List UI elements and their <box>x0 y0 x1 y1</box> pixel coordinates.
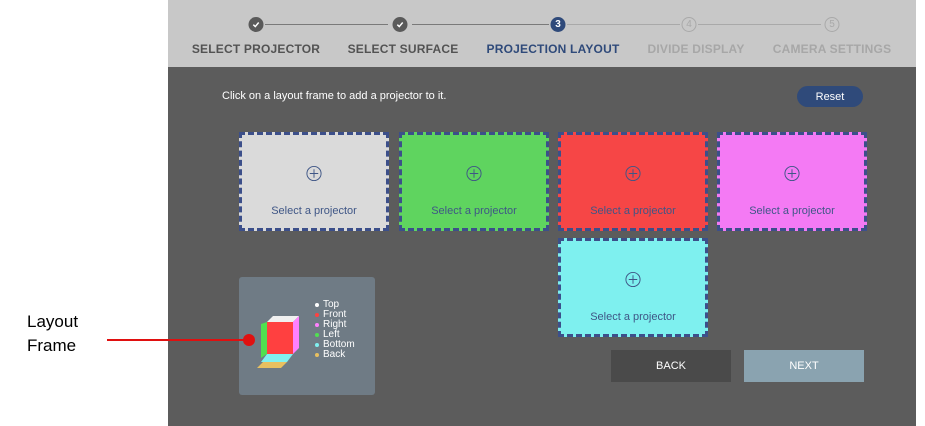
legend-dot <box>315 333 319 337</box>
step-3-number[interactable]: 3 <box>550 17 566 32</box>
legend-dot <box>315 323 319 327</box>
add-circle-icon <box>466 165 482 182</box>
step-projection-layout[interactable]: PROJECTION LAYOUT <box>487 42 620 56</box>
add-circle-icon <box>625 165 641 182</box>
step-4-number: 4 <box>681 17 697 32</box>
annotation-line2: Frame <box>27 336 77 355</box>
wizard-stepper: 3 4 5 SELECT PROJECTOR SELECT SURFACE PR… <box>168 0 916 67</box>
annotation-line1: Layout <box>27 312 79 331</box>
step-camera-settings: CAMERA SETTINGS <box>772 42 892 56</box>
app-window: 3 4 5 SELECT PROJECTOR SELECT SURFACE PR… <box>168 0 916 426</box>
frame-label: Select a projector <box>431 205 517 217</box>
add-circle-icon <box>784 165 800 182</box>
legend-list: Top Front Right Left Bottom Back <box>315 300 355 360</box>
step-divide-display: DIVIDE DISPLAY <box>647 42 745 56</box>
add-circle-icon <box>306 165 322 182</box>
next-button[interactable]: NEXT <box>744 350 864 382</box>
frame-label: Select a projector <box>749 205 835 217</box>
legend-label: Back <box>323 349 346 360</box>
step-connector <box>412 24 549 25</box>
annotation-pointer-line <box>107 339 248 341</box>
step-select-surface[interactable]: SELECT SURFACE <box>348 42 459 56</box>
annotation-label: Layout Frame <box>27 310 78 358</box>
legend-item-back: Back <box>315 350 355 360</box>
layout-frame[interactable]: Select a projector <box>558 132 708 231</box>
frame-label: Select a projector <box>590 311 676 323</box>
layout-frame[interactable]: Select a projector <box>717 132 867 231</box>
annotation-pointer-dot <box>243 334 255 346</box>
step-select-projector[interactable]: SELECT PROJECTOR <box>192 42 320 56</box>
layout-frame[interactable]: Select a projector <box>558 238 708 337</box>
add-circle-icon <box>625 271 641 288</box>
step-5-number: 5 <box>824 17 840 32</box>
reset-button[interactable]: Reset <box>797 86 863 107</box>
orientation-legend: Top Front Right Left Bottom Back <box>239 277 375 395</box>
legend-dot <box>315 343 319 347</box>
step-connector <box>567 24 680 25</box>
step-1-check-icon[interactable] <box>248 17 264 32</box>
layout-frame[interactable]: Select a projector <box>399 132 549 231</box>
step-2-check-icon[interactable] <box>392 17 408 32</box>
frame-label: Select a projector <box>271 205 357 217</box>
step-connector <box>265 24 388 25</box>
back-button[interactable]: BACK <box>611 350 731 382</box>
legend-dot <box>315 313 319 317</box>
layout-frame[interactable]: Select a projector <box>239 132 389 231</box>
legend-dot <box>315 303 319 307</box>
instruction-text: Click on a layout frame to add a project… <box>222 90 447 102</box>
legend-dot <box>315 353 319 357</box>
step-connector <box>698 24 821 25</box>
frame-label: Select a projector <box>590 205 676 217</box>
cube-orientation-icon <box>257 316 299 368</box>
